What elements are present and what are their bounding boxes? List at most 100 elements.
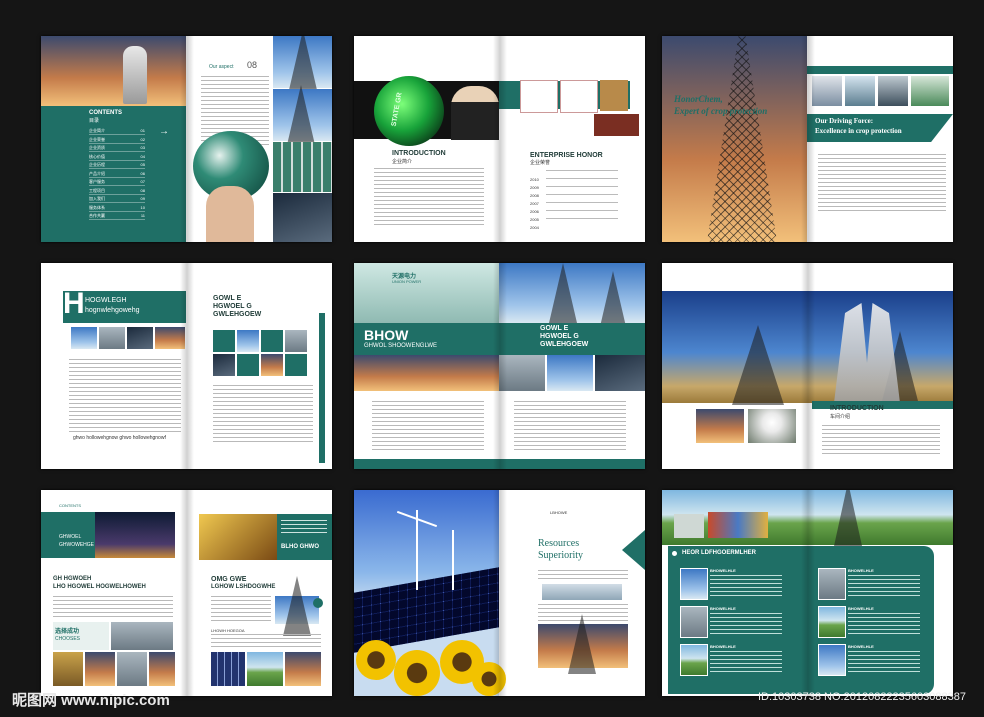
building-photo [542,584,622,600]
title-band: H HOGWLEGH hognwlehgowehg [63,287,186,323]
wind-turbine-icon [416,510,418,590]
sunflower-2 [394,650,440,696]
contents-label: CONTENTS [59,503,81,508]
spread-contents: CONTENTS 目录 → 企业简介 01 企业荣誉 02 企业资质 03 核心价值 04 企业… [41,36,332,242]
choose-box: 选择成功 CHOOSES [53,622,109,650]
intro-cn: 企业简介 [392,159,413,165]
toc-item[interactable]: 核心价值 04 [89,154,145,161]
lh-label: LHGWH HOEGOA [211,628,245,633]
lobby-photo: 天源电力 UNION POWER [354,263,499,323]
tagline-1: HonorChem, [674,94,723,104]
tile-6 [237,354,259,376]
body-text [818,154,946,214]
list-text [69,359,181,433]
certificate-3 [600,80,628,111]
image-id: ID:10303738 NO:20120822235603088387 [758,691,966,703]
intro-cn: 车间介绍 [830,414,851,420]
toc-item[interactable]: 企业历程 05 [89,162,145,169]
hands-holding-globe [206,186,254,242]
top-stripe [807,66,953,74]
our-aspect: Our aspect [209,64,234,70]
photo-4 [273,193,332,242]
spread-products: HEOR LDFHGOERMLHER BHOWELHLE BHOWELHLE BHO… [662,490,953,696]
tile-1 [213,330,235,352]
tile-2 [237,330,259,352]
toc-item[interactable]: 企业简介 01 [89,128,145,135]
praying-hands-icon [123,46,147,104]
right-title-2: HGWOEL G [213,303,252,310]
spread-bhow: 天源电力 UNION POWER BHOW GHWOL SHOOWENGLWE … [354,263,645,469]
product-thumb [680,568,708,600]
toc-item[interactable]: 工程项目 08 [89,188,145,195]
product-item: BHOWELHLE [818,644,928,678]
right-text [514,401,626,451]
product-item: BHOWELHLE [680,644,790,678]
brand-en: UNION POWER [392,279,422,284]
photo-c [127,327,153,349]
page-number: 08 [247,60,258,70]
product-item: BHOWELHLE [680,606,790,640]
spread-workshop: INTRODUCTION 车间介绍 [662,263,953,469]
product-item: BHOWELHLE [818,606,928,640]
toc-item[interactable]: 企业荣誉 02 [89,137,145,144]
product-label: BHOWELHLE [710,568,736,573]
state-grid-logo: STATE GR [374,76,444,146]
tagline-2: Expert of crop protection [674,106,768,116]
lh-text [211,634,321,648]
sunflower-4 [472,662,506,696]
omg-text [211,596,271,624]
photo-h [53,652,83,686]
toc-item[interactable]: 服务体系 10 [89,205,145,212]
products-heading: HEOR LDFHGOERMLHER [682,550,756,556]
contents-panel: CONTENTS 目录 → 企业简介 01 企业荣誉 02 企业资质 03 核心价值 04 企业… [41,106,186,242]
photo-m [247,652,283,686]
photo-j [117,652,147,686]
sky-photo [662,291,953,405]
tile-8 [285,354,307,376]
toc-item[interactable]: 产品介绍 06 [89,171,145,178]
spread-resources: LBHOWE Resources Superiority [354,490,645,696]
solar-field-photo [354,490,506,696]
product-label: BHOWELHLE [848,568,874,573]
omg-title-2: LGHOW LSHDOGWHE [211,584,276,590]
gh-title-2: LHO HGOWEL HOGWELHOWEH [53,584,146,590]
tile-3 [261,330,283,352]
substation-photo [538,614,628,674]
spread-hogwlegh: H HOGWLEGH hognwlehgowehg ghwo hollowehg… [41,263,332,469]
city-photo [41,36,186,106]
photo-d [155,327,185,349]
honor-cn: 企业荣誉 [530,160,551,166]
photo-2 [273,85,332,145]
spread-introduction: STATE GR INTRODUCTION 企业简介 ENTERPRISE HO… [354,36,645,242]
right-text [213,385,313,445]
left-text [372,401,484,451]
person-photo [451,86,499,140]
certificate-2 [560,80,598,113]
product-item: BHOWELHLE [818,568,928,602]
toc-item[interactable]: 合作共赢 11 [89,213,145,220]
bottom-stripe [354,459,645,469]
superiority-title: Superiority [538,550,583,561]
toc-item[interactable]: 客户服务 07 [89,179,145,186]
product-label: BHOWELHLE [848,644,874,649]
product-label: BHOWELHLE [710,644,736,649]
sunset-photo [354,355,499,391]
station-photo [911,76,949,106]
honor-item: 2004 [530,216,618,234]
toc-item[interactable]: 加入我们 09 [89,196,145,203]
driving-band: Our Driving Force: Excellence in crop pr… [807,114,953,142]
photo-3 [273,142,332,192]
gh-text [53,596,173,620]
resources-title: Resources [538,538,580,549]
photo-k [149,652,175,686]
intro-text [374,168,484,228]
truck-photo-1 [812,76,842,106]
toc-item[interactable]: 企业资质 03 [89,145,145,152]
product-thumb [818,606,846,638]
lbhowe-label: LBHOWE [550,510,568,515]
product-item: BHOWELHLE [680,568,790,602]
product-thumb [818,568,846,600]
tile-5 [213,354,235,376]
product-thumb [680,644,708,676]
footer-text: ghwo hollowehgnow ghwo hollowehgnowf [73,435,166,441]
